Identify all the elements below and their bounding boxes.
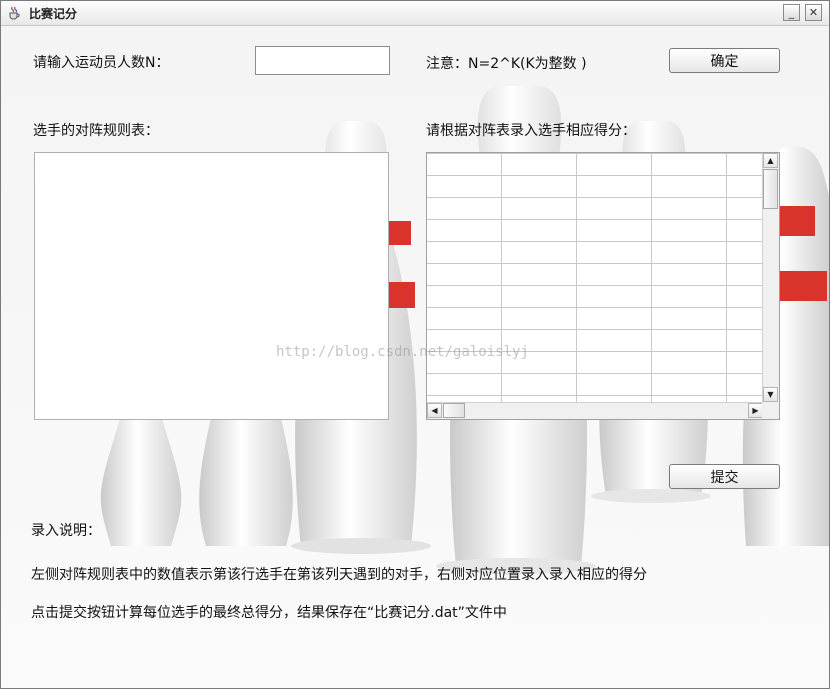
player-count-label: 请输入运动员人数N： (33, 55, 170, 71)
java-cup-icon (9, 6, 20, 20)
schedule-table-label: 选手的对阵规则表： (33, 123, 159, 139)
scroll-left-arrow-icon[interactable]: ◀ (427, 403, 442, 418)
vertical-scrollbar[interactable]: ▲ ▼ (762, 153, 779, 402)
submit-button[interactable]: 提交 (669, 464, 780, 489)
minimize-button[interactable]: _ (783, 4, 800, 21)
close-button[interactable]: ✕ (805, 4, 822, 21)
scroll-up-arrow-icon[interactable]: ▲ (763, 153, 778, 168)
window-title: 比赛记分 (29, 7, 78, 21)
title-bar[interactable]: 比赛记分 _ ✕ (1, 1, 829, 26)
vertical-scroll-thumb[interactable] (763, 169, 778, 209)
instructions-line-2: 点击提交按钮计算每位选手的最终总得分，结果保存在“比赛记分.dat”文件中 (31, 605, 507, 621)
note-label: 注意：N=2^K(K为整数 ) (426, 56, 587, 72)
score-table[interactable]: ▲ ▼ ◀ ▶ (426, 152, 780, 420)
scroll-right-arrow-icon[interactable]: ▶ (748, 403, 763, 418)
instructions-heading: 录入说明： (31, 523, 101, 539)
watermark-text: http://blog.csdn.net/galoislyj (276, 344, 529, 360)
scroll-down-arrow-icon[interactable]: ▼ (763, 387, 778, 402)
client-area: 请输入运动员人数N： 注意：N=2^K(K为整数 ) 确定 选手的对阵规则表： … (1, 26, 829, 688)
schedule-textarea[interactable] (34, 152, 389, 420)
app-window: 比赛记分 _ ✕ 请输入运动员人数N： 注意：N=2^K(K为整数) 确定 选… (0, 0, 830, 689)
scrollbar-corner (762, 402, 779, 419)
instructions-line-1: 左侧对阵规则表中的数值表示第该行选手在第该列天遇到的对手，右侧对应位置录入录入相… (31, 567, 647, 583)
score-table-label: 请根据对阵表录入选手相应得分： (426, 123, 636, 139)
player-count-input[interactable] (255, 46, 390, 75)
score-table-grid[interactable] (427, 153, 763, 402)
horizontal-scroll-thumb[interactable] (443, 403, 465, 418)
horizontal-scrollbar[interactable]: ◀ ▶ (427, 402, 763, 419)
confirm-button[interactable]: 确定 (669, 48, 780, 73)
